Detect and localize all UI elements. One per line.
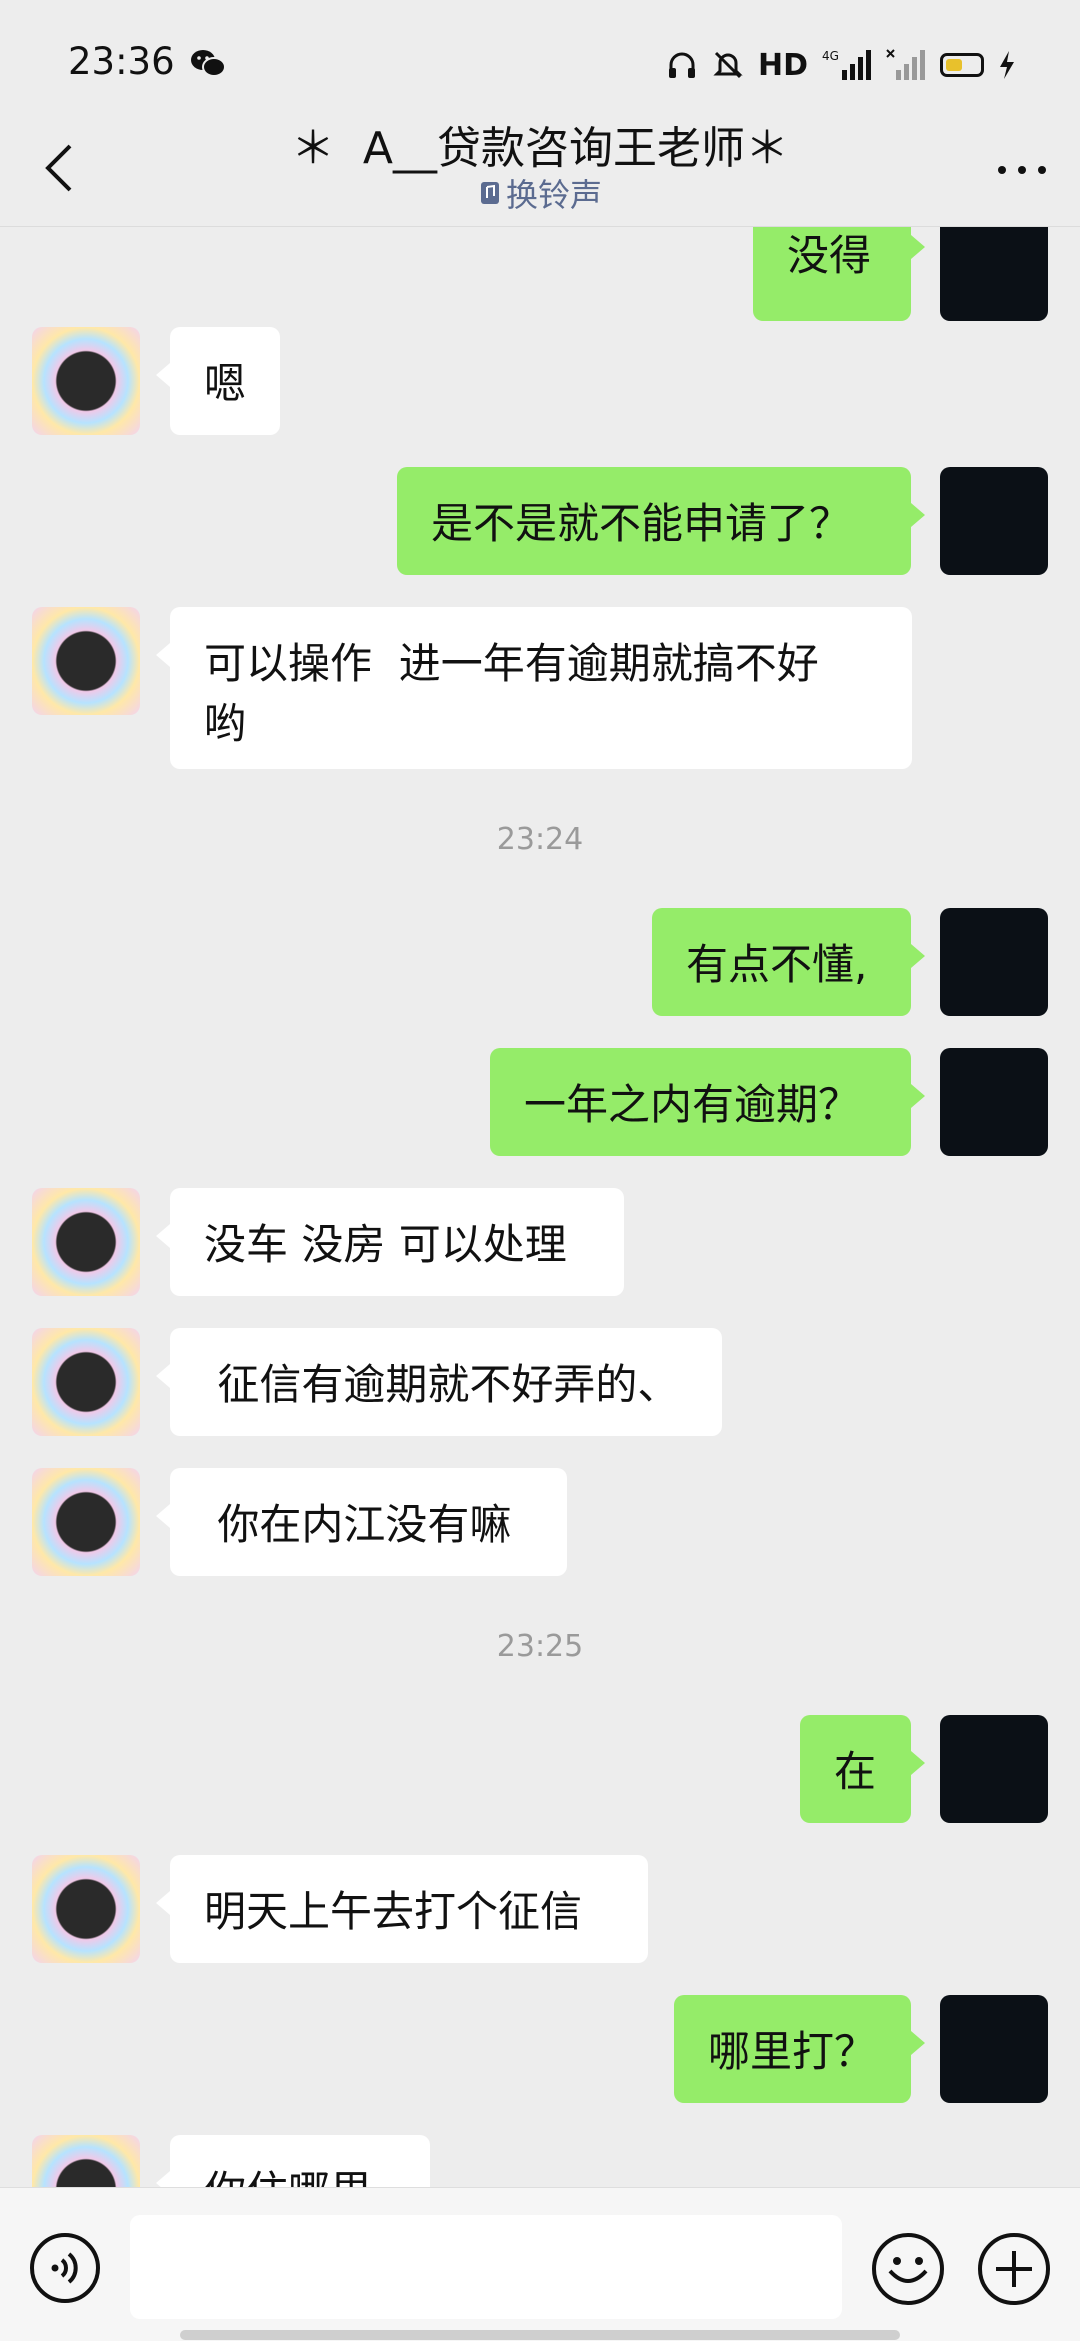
my-avatar[interactable] xyxy=(940,1995,1048,2103)
message-bubble[interactable]: 可以操作 进一年有逾期就搞不好 哟 xyxy=(156,607,912,769)
message-bubble[interactable]: 没车 没房 可以处理 xyxy=(156,1188,624,1296)
message-bubble[interactable]: 明天上午去打个征信 xyxy=(156,1855,648,1963)
ringtone-icon xyxy=(480,182,499,204)
contact-avatar[interactable] xyxy=(32,2135,140,2187)
contact-avatar[interactable] xyxy=(32,1855,140,1963)
plus-icon xyxy=(978,2233,1050,2305)
charging-icon xyxy=(1000,51,1014,79)
plus-button[interactable] xyxy=(976,2231,1052,2307)
chat-header: ＊ A__贷款咨询王老师＊ 换铃声 xyxy=(0,110,1080,227)
bell-mute-icon xyxy=(713,51,743,79)
my-avatar[interactable] xyxy=(940,1715,1048,1823)
signal-no-sim-icon xyxy=(886,49,925,80)
more-button[interactable] xyxy=(992,150,1052,190)
chevron-left-icon xyxy=(45,144,72,192)
signal-4g-icon: 4G xyxy=(822,49,871,80)
message-bubble[interactable]: 嗯 xyxy=(156,327,280,435)
contact-avatar[interactable] xyxy=(32,327,140,435)
timestamp: 23:24 xyxy=(496,822,584,857)
wechat-icon xyxy=(190,48,226,82)
emoji-icon xyxy=(872,2233,944,2305)
home-indicator xyxy=(180,2330,900,2340)
back-button[interactable] xyxy=(34,138,84,198)
message-bubble[interactable]: 征信有逾期就不好弄的、 xyxy=(156,1328,722,1436)
headphones-icon xyxy=(668,52,695,78)
message-list[interactable]: 没得 嗯 是不是就不能申请了？ 可以操作 进一年有逾期就搞不好 哟 23:24 … xyxy=(0,227,1080,2187)
message-bubble[interactable]: 是不是就不能申请了？ xyxy=(397,467,925,575)
voice-icon xyxy=(30,2233,100,2303)
timestamp: 23:25 xyxy=(496,1629,584,1664)
input-bar xyxy=(0,2187,1080,2341)
message-bubble[interactable]: 有点不懂, xyxy=(652,908,925,1016)
message-bubble[interactable]: 没得 xyxy=(753,227,925,321)
voice-button[interactable] xyxy=(28,2231,102,2305)
emoji-button[interactable] xyxy=(870,2231,946,2307)
chat-title[interactable]: ＊ A__贷款咨询王老师＊ xyxy=(180,112,900,176)
message-bubble[interactable]: 一年之内有逾期？ xyxy=(490,1048,925,1156)
message-bubble[interactable]: 你在内江没有嘛 xyxy=(156,1468,567,1576)
svg-text:4G: 4G xyxy=(822,49,839,63)
message-input[interactable] xyxy=(130,2215,842,2319)
contact-avatar[interactable] xyxy=(32,607,140,715)
contact-avatar[interactable] xyxy=(32,1468,140,1576)
status-time: 23:36 xyxy=(68,40,175,83)
battery-icon xyxy=(940,53,984,77)
more-dots-icon xyxy=(998,166,1046,174)
message-bubble[interactable]: 你住哪里 xyxy=(156,2135,430,2187)
my-avatar[interactable] xyxy=(940,1048,1048,1156)
message-bubble[interactable]: 哪里打？ xyxy=(674,1995,925,2103)
my-avatar[interactable] xyxy=(940,227,1048,321)
my-avatar[interactable] xyxy=(940,908,1048,1016)
contact-avatar[interactable] xyxy=(32,1188,140,1296)
status-icons: HD 4G xyxy=(666,44,1016,86)
my-avatar[interactable] xyxy=(940,467,1048,575)
ringtone-link[interactable]: 换铃声 xyxy=(440,170,640,216)
message-bubble[interactable]: 在 xyxy=(800,1715,925,1823)
ringtone-label: 换铃声 xyxy=(505,176,602,214)
hd-indicator: HD xyxy=(757,47,808,83)
contact-avatar[interactable] xyxy=(32,1328,140,1436)
